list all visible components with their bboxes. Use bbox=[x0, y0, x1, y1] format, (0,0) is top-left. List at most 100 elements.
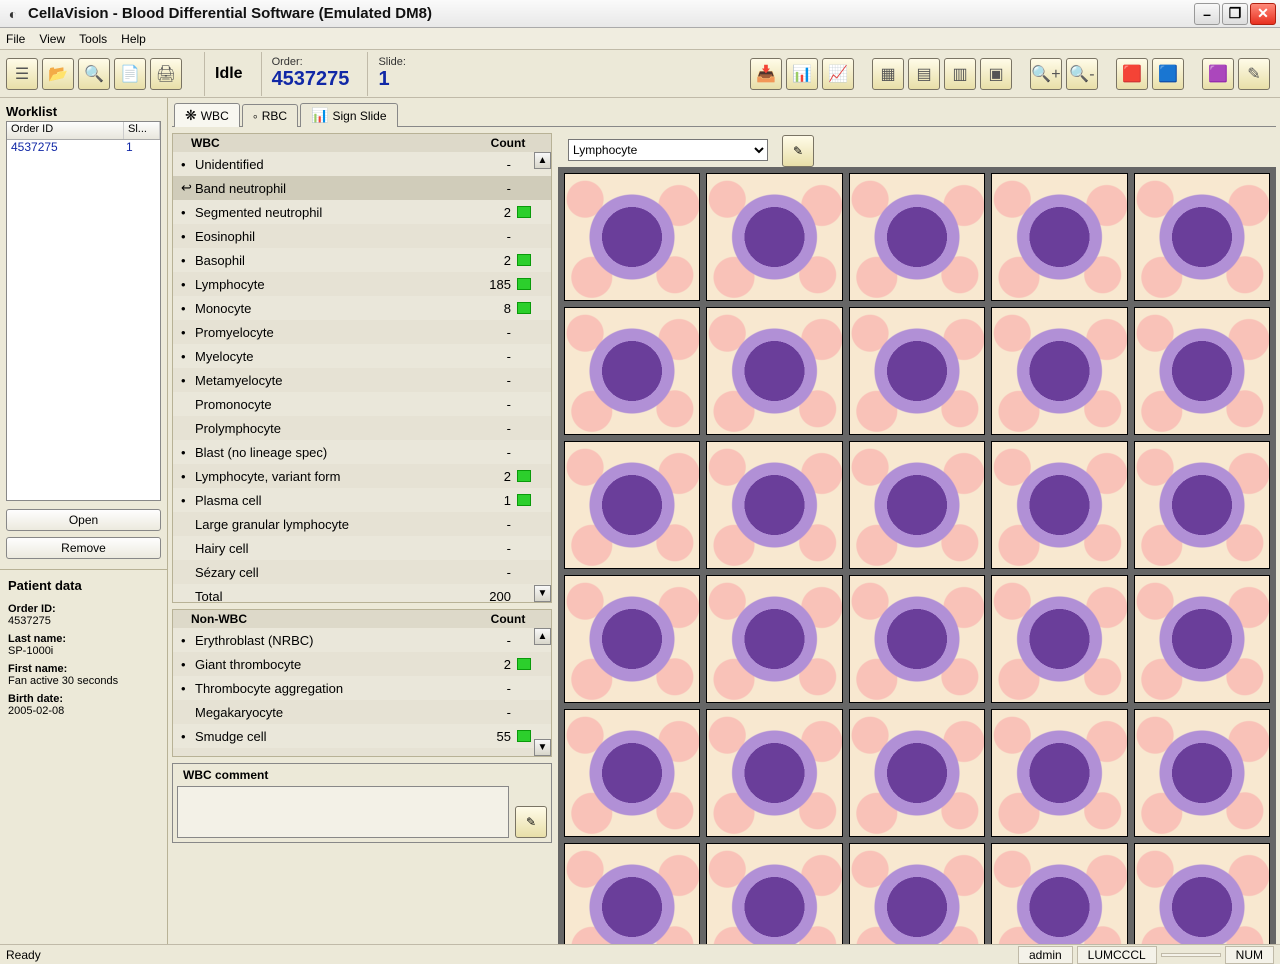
cell-class-row[interactable]: •Smudge cell55 bbox=[173, 724, 551, 748]
tab-wbc[interactable]: ❋WBC bbox=[174, 103, 240, 127]
close-button[interactable]: ✕ bbox=[1250, 3, 1276, 25]
cell-image[interactable] bbox=[1134, 173, 1270, 301]
scroll-up-button[interactable]: ▲ bbox=[534, 628, 551, 645]
cell-class-row[interactable]: •Thrombocyte aggregation- bbox=[173, 676, 551, 700]
cell-image[interactable] bbox=[1134, 575, 1270, 703]
cell-class-row[interactable]: •Unidentified- bbox=[173, 152, 551, 176]
cell-image[interactable] bbox=[564, 307, 700, 435]
maximize-button[interactable]: ❐ bbox=[1222, 3, 1248, 25]
wbc-list[interactable]: ▲ ▼ •Unidentified-↩Band neutrophil-•Segm… bbox=[173, 152, 551, 602]
cell-class-row[interactable]: •Blast (no lineage spec)- bbox=[173, 440, 551, 464]
cell-image[interactable] bbox=[1134, 307, 1270, 435]
scroll-down-button[interactable]: ▼ bbox=[534, 739, 551, 756]
tool-button-3[interactable]: 🔍 bbox=[78, 58, 110, 90]
tool-button-r6[interactable]: ▥ bbox=[944, 58, 976, 90]
cell-class-select[interactable]: Lymphocyte bbox=[568, 139, 768, 161]
cell-class-row[interactable]: Prolymphocyte- bbox=[173, 416, 551, 440]
indicator-icon bbox=[517, 446, 531, 458]
worklist-col-slide[interactable]: Sl... bbox=[124, 122, 160, 139]
tool-button-r11[interactable]: 🟦 bbox=[1152, 58, 1184, 90]
indicator-icon bbox=[517, 398, 531, 410]
cell-image[interactable] bbox=[706, 307, 842, 435]
menu-help[interactable]: Help bbox=[121, 32, 146, 46]
cell-image[interactable] bbox=[706, 709, 842, 837]
cell-image[interactable] bbox=[849, 709, 985, 837]
tool-button-5[interactable]: 🖨 bbox=[150, 58, 182, 90]
cell-class-row[interactable]: •Myelocyte- bbox=[173, 344, 551, 368]
cell-image[interactable] bbox=[991, 173, 1127, 301]
cell-image[interactable] bbox=[706, 441, 842, 569]
scroll-up-button[interactable]: ▲ bbox=[534, 152, 551, 169]
cell-image[interactable] bbox=[706, 843, 842, 944]
scroll-down-button[interactable]: ▼ bbox=[534, 585, 551, 602]
wbc-comment-input[interactable] bbox=[177, 786, 509, 838]
cell-image[interactable] bbox=[706, 173, 842, 301]
cell-class-row[interactable]: •Segmented neutrophil2 bbox=[173, 200, 551, 224]
comment-edit-button[interactable]: ✎ bbox=[515, 806, 547, 838]
cell-image[interactable] bbox=[849, 843, 985, 944]
cell-class-row[interactable]: Hairy cell- bbox=[173, 536, 551, 560]
tool-button-r1[interactable]: 📥 bbox=[750, 58, 782, 90]
tab-rbc[interactable]: ◦RBC bbox=[242, 104, 298, 127]
cell-class-row[interactable]: •Metamyelocyte- bbox=[173, 368, 551, 392]
tool-button-r7[interactable]: ▣ bbox=[980, 58, 1012, 90]
zoom-in-button[interactable]: 🔍+ bbox=[1030, 58, 1062, 90]
cell-image[interactable] bbox=[564, 843, 700, 944]
cell-class-row[interactable]: •Eosinophil- bbox=[173, 224, 551, 248]
tool-button-1[interactable]: ☰ bbox=[6, 58, 38, 90]
cell-image[interactable] bbox=[991, 575, 1127, 703]
worklist-table[interactable]: Order ID Sl... 4537275 1 bbox=[6, 121, 161, 501]
tool-button-r13[interactable]: ✎ bbox=[1238, 58, 1270, 90]
cell-class-row[interactable]: •Basophil2 bbox=[173, 248, 551, 272]
tool-button-r4[interactable]: ▦ bbox=[872, 58, 904, 90]
cell-image[interactable] bbox=[564, 441, 700, 569]
cell-class-row[interactable]: Sézary cell- bbox=[173, 560, 551, 584]
cell-class-row[interactable]: ↩Band neutrophil- bbox=[173, 176, 551, 200]
cell-class-row[interactable]: Large granular lymphocyte- bbox=[173, 512, 551, 536]
cell-image[interactable] bbox=[849, 307, 985, 435]
cell-image[interactable] bbox=[849, 173, 985, 301]
cell-class-row[interactable]: •Lymphocyte185 bbox=[173, 272, 551, 296]
remove-button[interactable]: Remove bbox=[6, 537, 161, 559]
menu-file[interactable]: File bbox=[6, 32, 25, 46]
cell-image[interactable] bbox=[849, 575, 985, 703]
worklist-row[interactable]: 4537275 1 bbox=[7, 140, 160, 156]
cell-class-row[interactable]: •Plasma cell1 bbox=[173, 488, 551, 512]
cell-class-row[interactable]: Megakaryocyte- bbox=[173, 700, 551, 724]
nonwbc-list[interactable]: ▲ ▼ •Erythroblast (NRBC)-•Giant thromboc… bbox=[173, 628, 551, 756]
tool-button-4[interactable]: 📄 bbox=[114, 58, 146, 90]
cell-image[interactable] bbox=[1134, 843, 1270, 944]
grid-edit-button[interactable]: ✎ bbox=[782, 135, 814, 167]
tool-button-r5[interactable]: ▤ bbox=[908, 58, 940, 90]
cell-image[interactable] bbox=[1134, 441, 1270, 569]
cell-image[interactable] bbox=[564, 709, 700, 837]
cell-image[interactable] bbox=[991, 441, 1127, 569]
tool-button-r2[interactable]: 📊 bbox=[786, 58, 818, 90]
cell-image[interactable] bbox=[1134, 709, 1270, 837]
menu-tools[interactable]: Tools bbox=[79, 32, 107, 46]
cell-class-row[interactable]: •Promyelocyte- bbox=[173, 320, 551, 344]
worklist-col-order[interactable]: Order ID bbox=[7, 122, 124, 139]
cell-class-row[interactable]: •Erythroblast (NRBC)- bbox=[173, 628, 551, 652]
tool-button-r3[interactable]: 📈 bbox=[822, 58, 854, 90]
cell-class-row[interactable]: Promonocyte- bbox=[173, 392, 551, 416]
cell-image-grid[interactable] bbox=[558, 167, 1276, 944]
cell-class-row[interactable]: •Lymphocyte, variant form2 bbox=[173, 464, 551, 488]
minimize-button[interactable]: – bbox=[1194, 3, 1220, 25]
cell-image[interactable] bbox=[849, 441, 985, 569]
zoom-out-button[interactable]: 🔍- bbox=[1066, 58, 1098, 90]
tab-sign-slide[interactable]: 📊Sign Slide bbox=[300, 103, 397, 127]
cell-image[interactable] bbox=[564, 575, 700, 703]
open-button[interactable]: Open bbox=[6, 509, 161, 531]
tool-button-r10[interactable]: 🟥 bbox=[1116, 58, 1148, 90]
tool-button-r12[interactable]: 🟪 bbox=[1202, 58, 1234, 90]
cell-class-row[interactable]: •Monocyte8 bbox=[173, 296, 551, 320]
menu-view[interactable]: View bbox=[39, 32, 65, 46]
tool-button-2[interactable]: 📂 bbox=[42, 58, 74, 90]
cell-class-row[interactable]: •Giant thrombocyte2 bbox=[173, 652, 551, 676]
cell-image[interactable] bbox=[564, 173, 700, 301]
cell-image[interactable] bbox=[991, 709, 1127, 837]
cell-image[interactable] bbox=[991, 843, 1127, 944]
cell-image[interactable] bbox=[706, 575, 842, 703]
cell-image[interactable] bbox=[991, 307, 1127, 435]
